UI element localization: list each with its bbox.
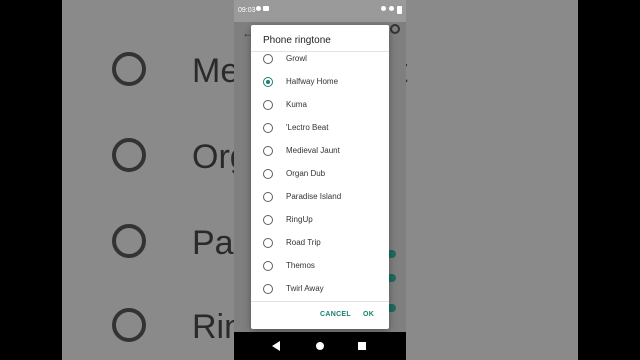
ringtone-option[interactable]: Themos — [251, 255, 389, 277]
radio-selected-icon — [263, 77, 273, 87]
bg-label: Org — [192, 138, 234, 176]
ringtone-option[interactable]: Road Trip — [251, 232, 389, 254]
ringtone-option[interactable]: 'Lectro Beat — [251, 117, 389, 139]
radio-icon — [112, 52, 146, 86]
ringtone-option[interactable]: Paradise Island — [251, 186, 389, 208]
ringtone-label: 'Lectro Beat — [286, 123, 329, 132]
ok-button[interactable]: OK — [363, 311, 374, 318]
radio-icon — [263, 169, 273, 179]
ringtone-option[interactable]: Growl — [251, 48, 389, 70]
ringtone-option[interactable]: Twirl Away — [251, 278, 389, 300]
ringtone-label: Themos — [286, 261, 315, 270]
search-icon — [390, 24, 400, 34]
radio-icon — [263, 284, 273, 294]
radio-icon — [263, 54, 273, 64]
bg-row: Me — [62, 28, 234, 112]
ringtone-option[interactable]: Organ Dub — [251, 163, 389, 185]
ringtone-option[interactable]: Kuma — [251, 94, 389, 116]
status-time: 09:03 — [238, 7, 256, 14]
bg-label: Rin — [192, 308, 234, 346]
radio-icon — [263, 238, 273, 248]
dialog-title: Phone ringtone — [263, 35, 331, 46]
nav-back-icon[interactable] — [272, 341, 280, 351]
bg-label: Me — [192, 52, 234, 90]
nav-home-icon[interactable] — [316, 342, 324, 350]
screen: Me Org Par Rin t l 09:03 — [0, 0, 640, 360]
navigation-bar — [234, 332, 406, 360]
battery-icon — [397, 6, 402, 14]
radio-icon — [263, 100, 273, 110]
status-bar: 09:03 — [234, 0, 406, 22]
ringtone-option[interactable]: Medieval Jaunt — [251, 140, 389, 162]
ringtone-label: Medieval Jaunt — [286, 146, 340, 155]
ringtone-option[interactable]: RingUp — [251, 209, 389, 231]
radio-icon — [263, 123, 273, 133]
message-icon — [256, 6, 261, 11]
ringtone-label: Twirl Away — [286, 284, 324, 293]
ringtone-label: Halfway Home — [286, 77, 339, 86]
radio-icon — [112, 138, 146, 172]
wifi-icon — [389, 6, 394, 11]
background-zoom-left: Me Org Par Rin — [62, 0, 234, 360]
ringtone-label: RingUp — [286, 215, 313, 224]
dnd-icon — [381, 6, 386, 11]
nav-recents-icon[interactable] — [358, 342, 366, 350]
ringtone-label: Kuma — [286, 100, 307, 109]
bg-row: Rin — [62, 284, 234, 360]
radio-icon — [263, 146, 273, 156]
notification-icons — [256, 6, 269, 11]
ringtone-label: Growl — [286, 54, 307, 63]
bg-label: Par — [192, 224, 234, 262]
radio-icon — [263, 215, 273, 225]
cancel-button[interactable]: CANCEL — [320, 311, 351, 318]
ringtone-label: Road Trip — [286, 238, 321, 247]
bg-row: Par — [62, 200, 234, 284]
radio-icon — [112, 224, 146, 258]
bg-row: Org — [62, 114, 234, 198]
ringtone-dialog: Phone ringtone Growl Halfway Home Kuma '… — [251, 25, 389, 329]
radio-icon — [112, 308, 146, 342]
bg-label: t — [406, 52, 407, 91]
video-icon — [263, 6, 269, 11]
ringtone-option[interactable]: Halfway Home — [251, 71, 389, 93]
radio-icon — [263, 192, 273, 202]
ringtone-label: Organ Dub — [286, 169, 326, 178]
radio-icon — [263, 261, 273, 271]
dialog-actions: CANCEL OK — [251, 301, 389, 329]
background-zoom-right: t l — [406, 0, 578, 360]
ringtone-label: Paradise Island — [286, 192, 342, 201]
system-icons — [381, 6, 402, 14]
